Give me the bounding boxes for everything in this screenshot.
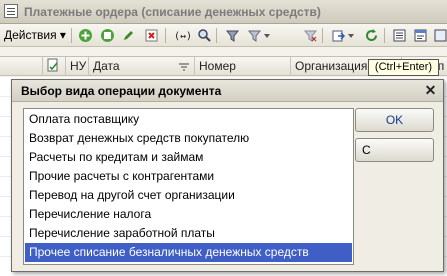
list-item[interactable]: Возврат денежных средств покупателю	[25, 129, 352, 148]
grid-header-number[interactable]: Номер	[195, 57, 291, 76]
window-title: Платежные ордера (списание денежных сред…	[24, 5, 321, 19]
refresh-icon[interactable]	[363, 27, 380, 44]
list-item[interactable]: Оплата поставщику	[25, 110, 352, 129]
chevron-down-icon[interactable]	[262, 27, 272, 44]
list-item[interactable]: Перечисление заработной платы	[25, 224, 352, 243]
ok-shortcut-tooltip: (Ctrl+Enter)	[368, 59, 439, 76]
list-item-selected[interactable]: Прочее списание безналичных денежных сре…	[25, 243, 352, 262]
chevron-down-icon[interactable]	[346, 27, 356, 44]
dialog-title: Выбор вида операции документа	[21, 84, 222, 98]
grid-header-posted-col[interactable]	[43, 57, 66, 76]
list-item[interactable]: Перечисление налога	[25, 205, 352, 224]
list-window-icon	[4, 4, 18, 18]
filter-settings-icon[interactable]	[246, 27, 263, 44]
toolbar-separator	[216, 28, 217, 43]
operation-type-dialog: Выбор вида операции документа ✕ Оплата п…	[11, 79, 444, 272]
add-icon[interactable]	[77, 27, 94, 44]
list-settings-icon[interactable]	[391, 27, 408, 44]
delete-icon[interactable]	[143, 27, 160, 44]
clear-filter-icon[interactable]	[302, 27, 319, 44]
close-icon[interactable]: ✕	[423, 83, 438, 98]
report-icon[interactable]	[412, 27, 429, 44]
list-item[interactable]: Прочие расчеты с контрагентами	[25, 167, 352, 186]
post-icon[interactable]	[330, 27, 347, 44]
svg-text:(↔): (↔)	[174, 31, 191, 42]
sort-icon	[178, 62, 190, 75]
hierarchy-icon[interactable]: (↔)	[172, 27, 192, 44]
actions-label: Действия	[4, 28, 57, 42]
chevron-down-icon: ▾	[59, 28, 66, 42]
grid-header-icon-col[interactable]	[0, 57, 43, 76]
toolbar-separator	[165, 28, 166, 43]
edit-icon[interactable]	[120, 27, 137, 44]
list-toolbar: Действия ▾ (↔)	[0, 24, 447, 47]
more-icon[interactable]	[432, 27, 447, 44]
filter-icon[interactable]	[224, 27, 241, 44]
toolbar-separator	[384, 28, 385, 43]
toolbar-separator	[71, 28, 72, 43]
grid-header-nu[interactable]: НУ	[66, 57, 89, 76]
cancel-button[interactable]: С	[355, 138, 434, 162]
actions-menu-button[interactable]: Действия ▾	[4, 28, 66, 42]
dialog-title-bar: Выбор вида операции документа ✕	[12, 80, 443, 102]
find-icon[interactable]	[196, 27, 213, 44]
window-title-bar: Платежные ордера (списание денежных сред…	[0, 0, 447, 24]
ok-button[interactable]: OK	[355, 108, 434, 132]
toolbar-separator	[322, 28, 323, 43]
list-item[interactable]: Перевод на другой счет организации	[25, 186, 352, 205]
copy-icon[interactable]	[99, 27, 116, 44]
document-icon	[47, 58, 58, 72]
list-item[interactable]: Расчеты по кредитам и займам	[25, 148, 352, 167]
operation-type-list[interactable]: Оплата поставщику Возврат денежных средс…	[23, 108, 354, 265]
